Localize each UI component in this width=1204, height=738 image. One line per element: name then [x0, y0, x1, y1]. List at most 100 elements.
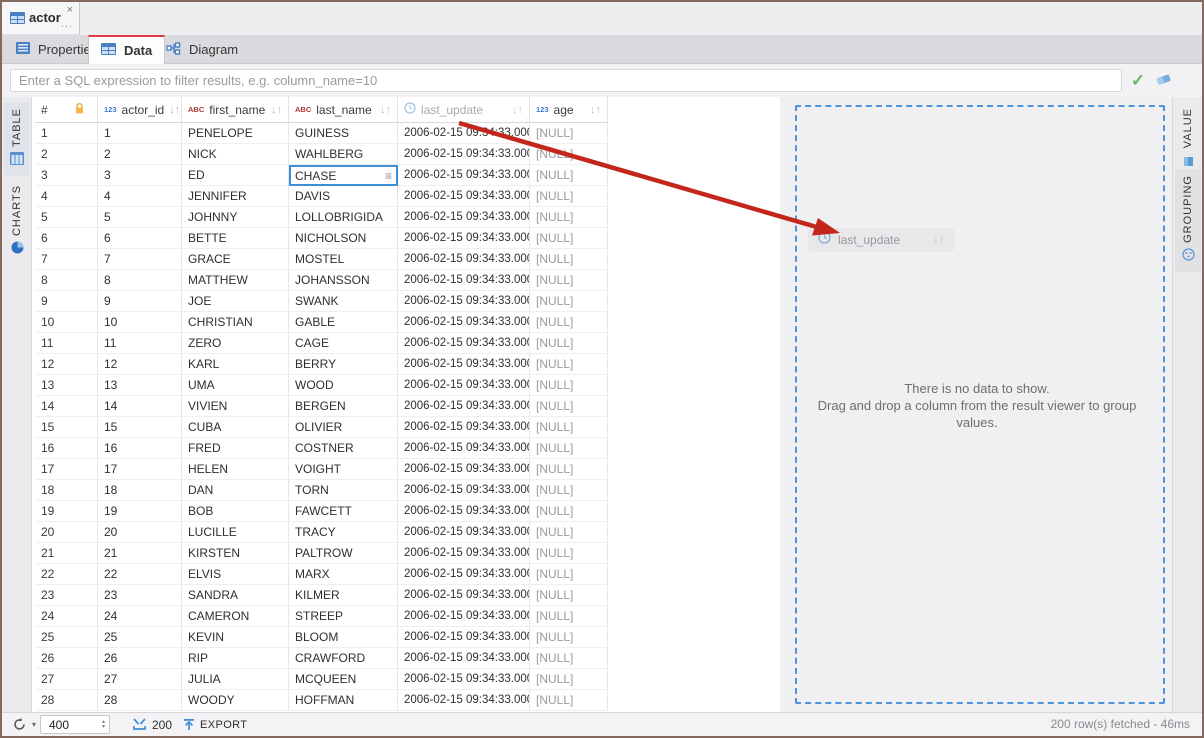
grid-cell[interactable]: MATTHEW — [182, 270, 289, 291]
grid-cell[interactable]: HELEN — [182, 459, 289, 480]
grid-cell[interactable]: NICK — [182, 144, 289, 165]
grid-cell[interactable]: BLOOM — [289, 627, 398, 648]
grid-cell[interactable]: BERRY — [289, 354, 398, 375]
dragged-column-chip[interactable]: last_update ↓↑ — [808, 228, 954, 252]
grid-cell[interactable]: JENNIFER — [182, 186, 289, 207]
grid-cell[interactable]: UMA — [182, 375, 289, 396]
grid-cell[interactable]: [NULL] — [530, 459, 608, 480]
grid-cell[interactable]: [NULL] — [530, 417, 608, 438]
grid-cell[interactable]: ZERO — [182, 333, 289, 354]
grid-cell[interactable]: 15 — [35, 417, 98, 438]
grid-cell[interactable]: PALTROW — [289, 543, 398, 564]
spinner-arrows[interactable]: ▴▾ — [102, 720, 105, 730]
grid-cell[interactable]: MCQUEEN — [289, 669, 398, 690]
grid-cell[interactable]: COSTNER — [289, 438, 398, 459]
grid-cell[interactable]: [NULL] — [530, 627, 608, 648]
grid-cell[interactable]: 2006-02-15 09:34:33.000 — [398, 690, 530, 711]
grid-cell[interactable]: [NULL] — [530, 480, 608, 501]
table-row[interactable]: 2828WOODYHOFFMAN2006-02-15 09:34:33.000[… — [35, 690, 608, 711]
apply-filter-button[interactable]: ✓ — [1126, 69, 1150, 92]
table-row[interactable]: 2020LUCILLETRACY2006-02-15 09:34:33.000[… — [35, 522, 608, 543]
rail-tab-charts[interactable]: CHARTS — [4, 179, 30, 265]
grid-cell[interactable]: WAHLBERG — [289, 144, 398, 165]
grid-cell[interactable]: 24 — [35, 606, 98, 627]
grid-cell[interactable]: 16 — [35, 438, 98, 459]
grid-cell[interactable]: 20 — [98, 522, 182, 543]
table-row[interactable]: 99JOESWANK2006-02-15 09:34:33.000[NULL] — [35, 291, 608, 312]
grid-cell[interactable]: 17 — [35, 459, 98, 480]
grid-cell[interactable]: 16 — [98, 438, 182, 459]
grid-cell[interactable]: MOSTEL — [289, 249, 398, 270]
grid-cell[interactable]: 14 — [98, 396, 182, 417]
grid-cell[interactable]: 2006-02-15 09:34:33.000 — [398, 669, 530, 690]
grid-cell[interactable]: 22 — [35, 564, 98, 585]
grid-cell[interactable]: 2006-02-15 09:34:33.000 — [398, 249, 530, 270]
grid-cell[interactable]: 7 — [98, 249, 182, 270]
grid-cell[interactable]: 23 — [35, 585, 98, 606]
grid-cell[interactable]: 26 — [98, 648, 182, 669]
table-row[interactable]: 2424CAMERONSTREEP2006-02-15 09:34:33.000… — [35, 606, 608, 627]
grid-cell[interactable]: 2006-02-15 09:34:33.000 — [398, 543, 530, 564]
fetch-size-input[interactable] — [41, 718, 102, 732]
grid-cell[interactable]: 2 — [98, 144, 182, 165]
grid-cell[interactable]: [NULL] — [530, 690, 608, 711]
grid-cell[interactable]: 19 — [98, 501, 182, 522]
column-header-age[interactable]: 123 age ↓↑ — [530, 97, 608, 122]
grid-cell[interactable]: 2006-02-15 09:34:33.000 — [398, 606, 530, 627]
grid-cell[interactable]: TRACY — [289, 522, 398, 543]
table-row[interactable]: 1616FREDCOSTNER2006-02-15 09:34:33.000[N… — [35, 438, 608, 459]
rail-tab-value[interactable]: VALUE — [1175, 102, 1201, 177]
grid-cell[interactable]: [NULL] — [530, 312, 608, 333]
grid-cell[interactable]: CRAWFORD — [289, 648, 398, 669]
grid-cell[interactable]: 2006-02-15 09:34:33.000 — [398, 501, 530, 522]
grid-cell[interactable]: 2006-02-15 09:34:33.000 — [398, 375, 530, 396]
grid-cell[interactable]: 2006-02-15 09:34:33.000 — [398, 648, 530, 669]
grid-cell[interactable]: [NULL] — [530, 165, 608, 186]
grid-cell[interactable]: JULIA — [182, 669, 289, 690]
grid-cell[interactable]: 2006-02-15 09:34:33.000 — [398, 585, 530, 606]
table-row[interactable]: 66BETTENICHOLSON2006-02-15 09:34:33.000[… — [35, 228, 608, 249]
grid-cell[interactable]: 10 — [35, 312, 98, 333]
grid-cell[interactable]: 7 — [35, 249, 98, 270]
table-row[interactable]: 33EDCHASE≡2006-02-15 09:34:33.000[NULL] — [35, 165, 608, 186]
grid-cell[interactable]: 19 — [35, 501, 98, 522]
grid-cell[interactable]: [NULL] — [530, 375, 608, 396]
grid-cell[interactable]: KEVIN — [182, 627, 289, 648]
sort-icon[interactable]: ↓↑ — [271, 104, 282, 116]
table-row[interactable]: 2525KEVINBLOOM2006-02-15 09:34:33.000[NU… — [35, 627, 608, 648]
grid-cell[interactable]: 2006-02-15 09:34:33.000 — [398, 396, 530, 417]
grid-cell[interactable]: 9 — [98, 291, 182, 312]
table-row[interactable]: 1919BOBFAWCETT2006-02-15 09:34:33.000[NU… — [35, 501, 608, 522]
rail-tab-grouping[interactable]: GROUPING — [1175, 169, 1201, 272]
grid-cell[interactable]: 2006-02-15 09:34:33.000 — [398, 207, 530, 228]
close-icon[interactable]: × — [67, 4, 73, 16]
grid-cell[interactable]: LUCILLE — [182, 522, 289, 543]
grid-cell[interactable]: 28 — [98, 690, 182, 711]
grid-cell[interactable]: WOOD — [289, 375, 398, 396]
column-header-first-name[interactable]: ABC first_name ↓↑ — [182, 97, 289, 122]
grid-cell[interactable]: 5 — [98, 207, 182, 228]
grid-cell[interactable]: 17 — [98, 459, 182, 480]
grid-cell[interactable]: STREEP — [289, 606, 398, 627]
grid-cell[interactable]: [NULL] — [530, 585, 608, 606]
refresh-button[interactable]: ▾ — [12, 713, 36, 736]
grid-cell[interactable]: [NULL] — [530, 606, 608, 627]
table-row[interactable]: 1010CHRISTIANGABLE2006-02-15 09:34:33.00… — [35, 312, 608, 333]
grid-cell[interactable]: 21 — [98, 543, 182, 564]
grid-cell[interactable]: JOHNNY — [182, 207, 289, 228]
grid-cell[interactable]: 2006-02-15 09:34:33.000 — [398, 522, 530, 543]
grid-cell[interactable]: VIVIEN — [182, 396, 289, 417]
grid-cell[interactable]: HOFFMAN — [289, 690, 398, 711]
grid-cell[interactable]: [NULL] — [530, 354, 608, 375]
table-row[interactable]: 2121KIRSTENPALTROW2006-02-15 09:34:33.00… — [35, 543, 608, 564]
clear-filter-button[interactable] — [1152, 69, 1176, 92]
grid-cell[interactable]: [NULL] — [530, 249, 608, 270]
grid-cell[interactable]: BETTE — [182, 228, 289, 249]
grid-cell[interactable]: NICHOLSON — [289, 228, 398, 249]
grid-cell[interactable]: 3 — [98, 165, 182, 186]
table-row[interactable]: 11PENELOPEGUINESS2006-02-15 09:34:33.000… — [35, 123, 608, 144]
grid-cell[interactable]: [NULL] — [530, 669, 608, 690]
grid-cell[interactable]: 1 — [35, 123, 98, 144]
column-header-last-update[interactable]: last_update ↓↑ — [398, 97, 530, 122]
grid-cell[interactable]: 8 — [98, 270, 182, 291]
